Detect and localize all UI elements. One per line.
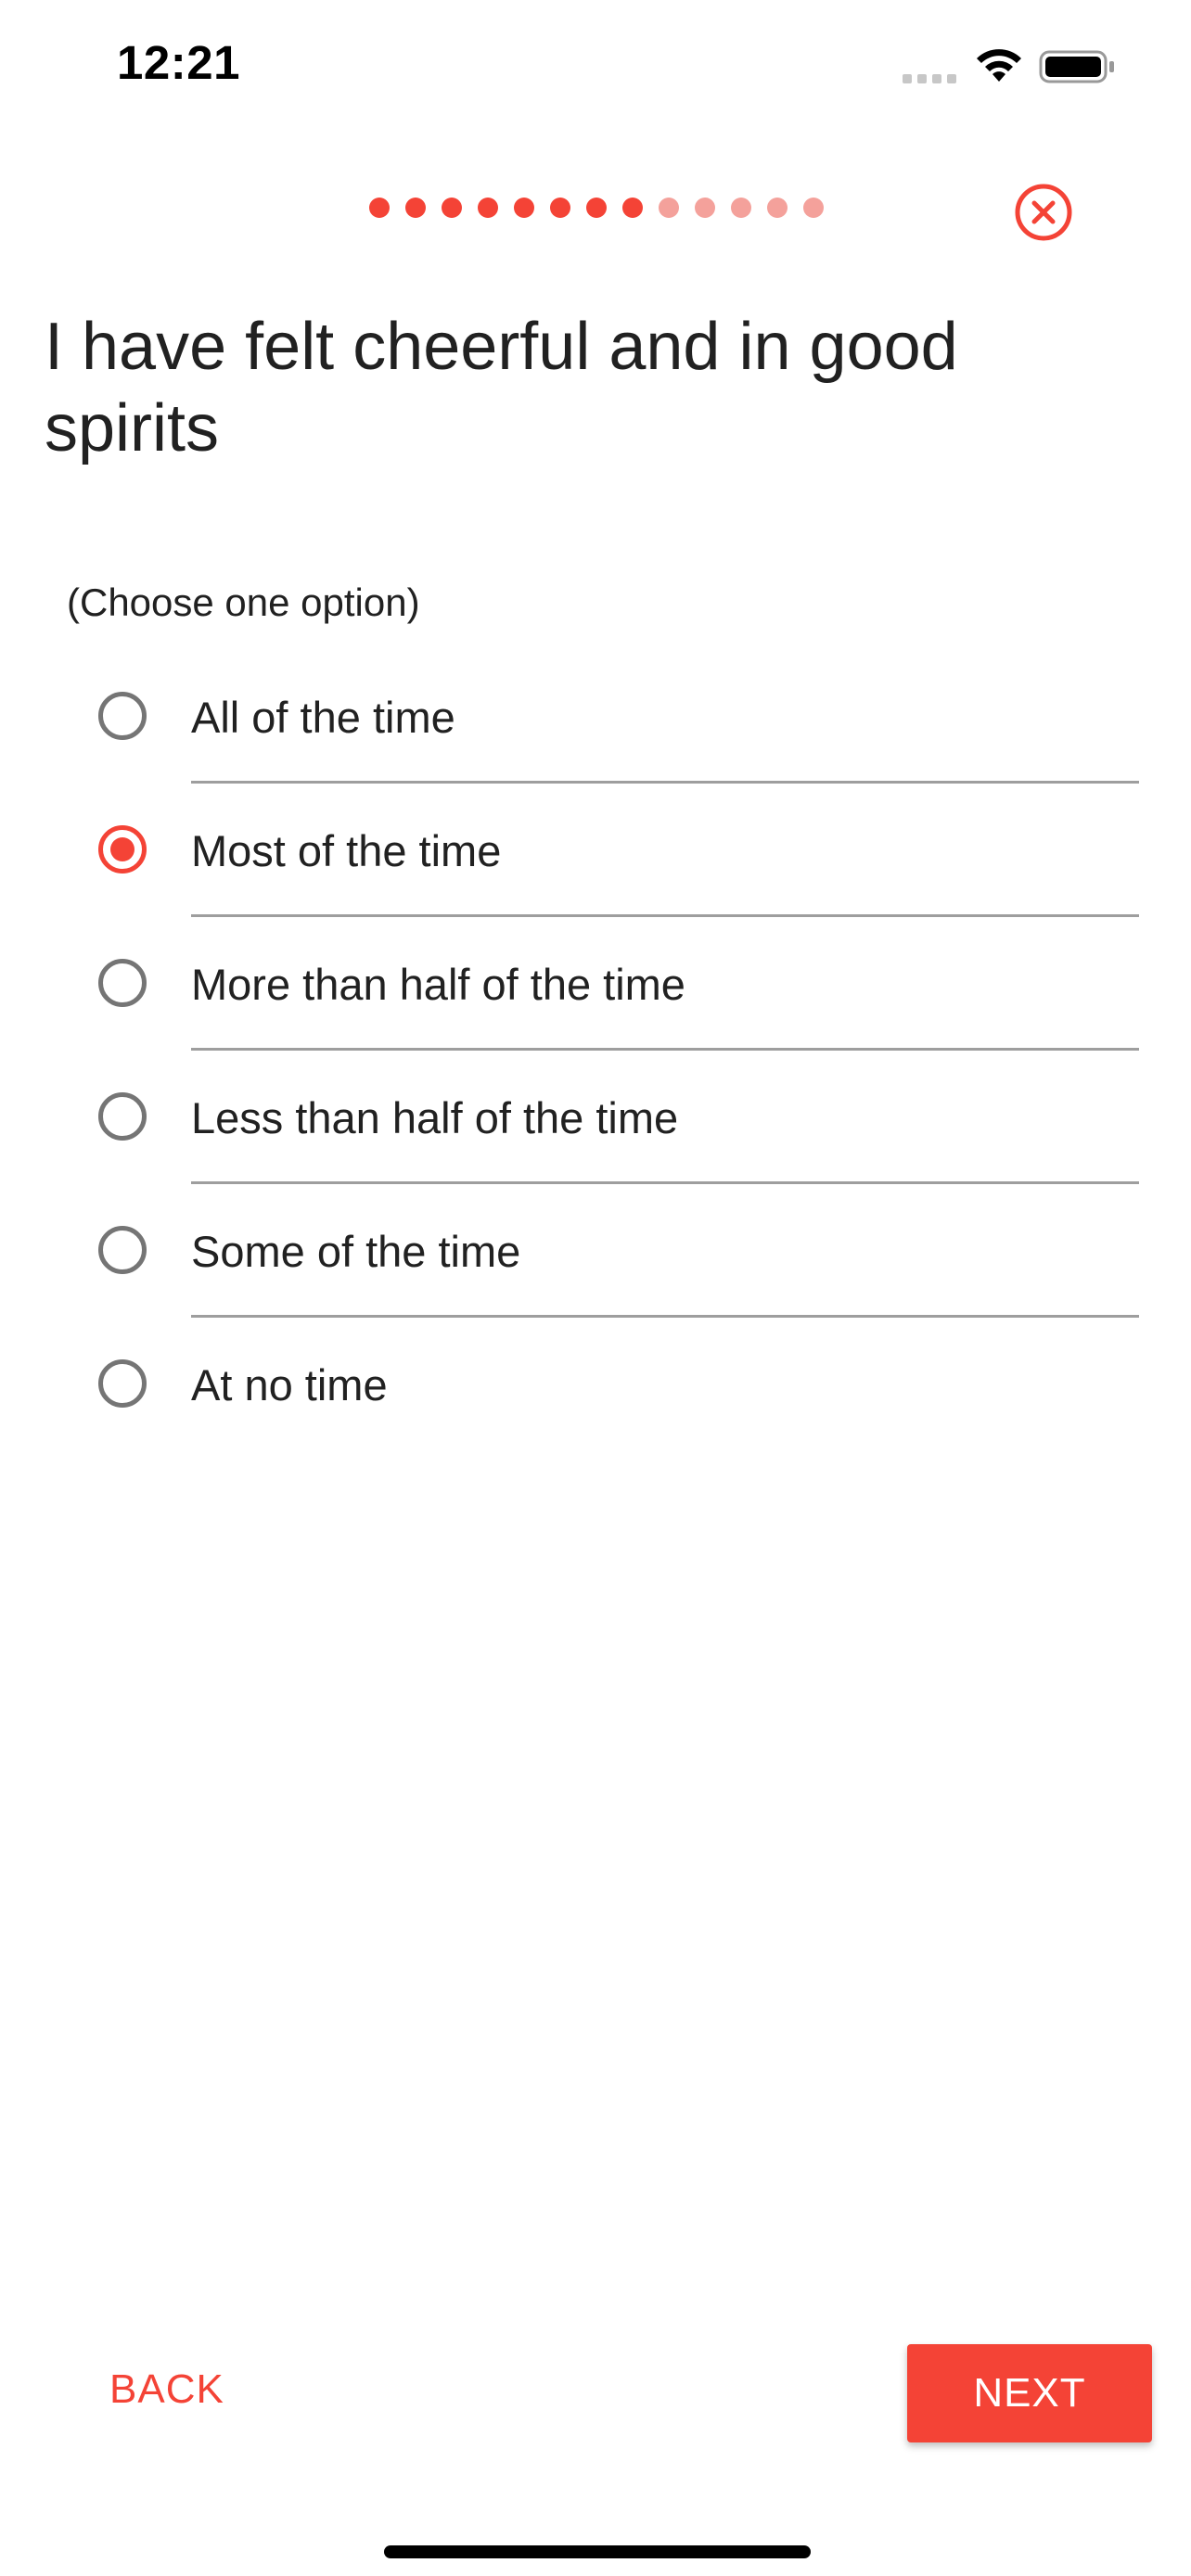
question-title: I have felt cheerful and in good spirits (45, 310, 958, 465)
option-row[interactable]: Less than half of the time (0, 1050, 1191, 1184)
radio-button[interactable] (98, 692, 147, 740)
status-bar: 12:21 (0, 0, 1191, 139)
radio-button[interactable] (98, 959, 147, 1007)
progress-dot-pending (803, 198, 824, 218)
battery-full-icon (1039, 50, 1114, 83)
choose-hint: (Choose one option) (67, 580, 420, 624)
next-button[interactable]: NEXT (907, 2344, 1152, 2442)
status-time: 12:21 (117, 36, 240, 89)
radio-button[interactable] (98, 1359, 147, 1408)
progress-dot-pending (731, 198, 751, 218)
home-indicator (384, 2545, 811, 2558)
progress-dot-complete (622, 198, 643, 218)
progress-dot-pending (767, 198, 788, 218)
progress-dot-pending (659, 198, 679, 218)
progress-dot-complete (369, 198, 390, 218)
option-row[interactable]: More than half of the time (0, 916, 1191, 1051)
options-list: All of the time Most of the time More than… (0, 649, 1191, 1450)
radio-button[interactable] (98, 1092, 147, 1141)
option-label: At no time (191, 1360, 388, 1409)
progress-dot-complete (550, 198, 570, 218)
progress-indicator (369, 198, 824, 220)
close-icon[interactable] (1013, 182, 1074, 243)
back-button[interactable]: BACK (109, 2366, 224, 2413)
wifi-icon (977, 49, 1021, 82)
progress-dot-pending (695, 198, 715, 218)
progress-dot-complete (514, 198, 534, 218)
progress-dot-complete (405, 198, 426, 218)
radio-button-selected[interactable] (98, 825, 147, 874)
option-label: Some of the time (191, 1227, 521, 1276)
option-row[interactable]: Some of the time (0, 1183, 1191, 1318)
progress-dot-complete (478, 198, 498, 218)
cellular-signal-icon (903, 74, 956, 83)
option-label: All of the time (191, 693, 455, 742)
option-row[interactable]: At no time (0, 1317, 1191, 1450)
radio-button[interactable] (98, 1226, 147, 1274)
option-row[interactable]: All of the time (0, 649, 1191, 784)
option-label: More than half of the time (191, 960, 685, 1009)
option-label: Most of the time (191, 826, 502, 875)
progress-dot-complete (586, 198, 607, 218)
progress-dot-complete (442, 198, 462, 218)
option-label: Less than half of the time (191, 1093, 679, 1142)
option-row[interactable]: Most of the time (0, 783, 1191, 917)
